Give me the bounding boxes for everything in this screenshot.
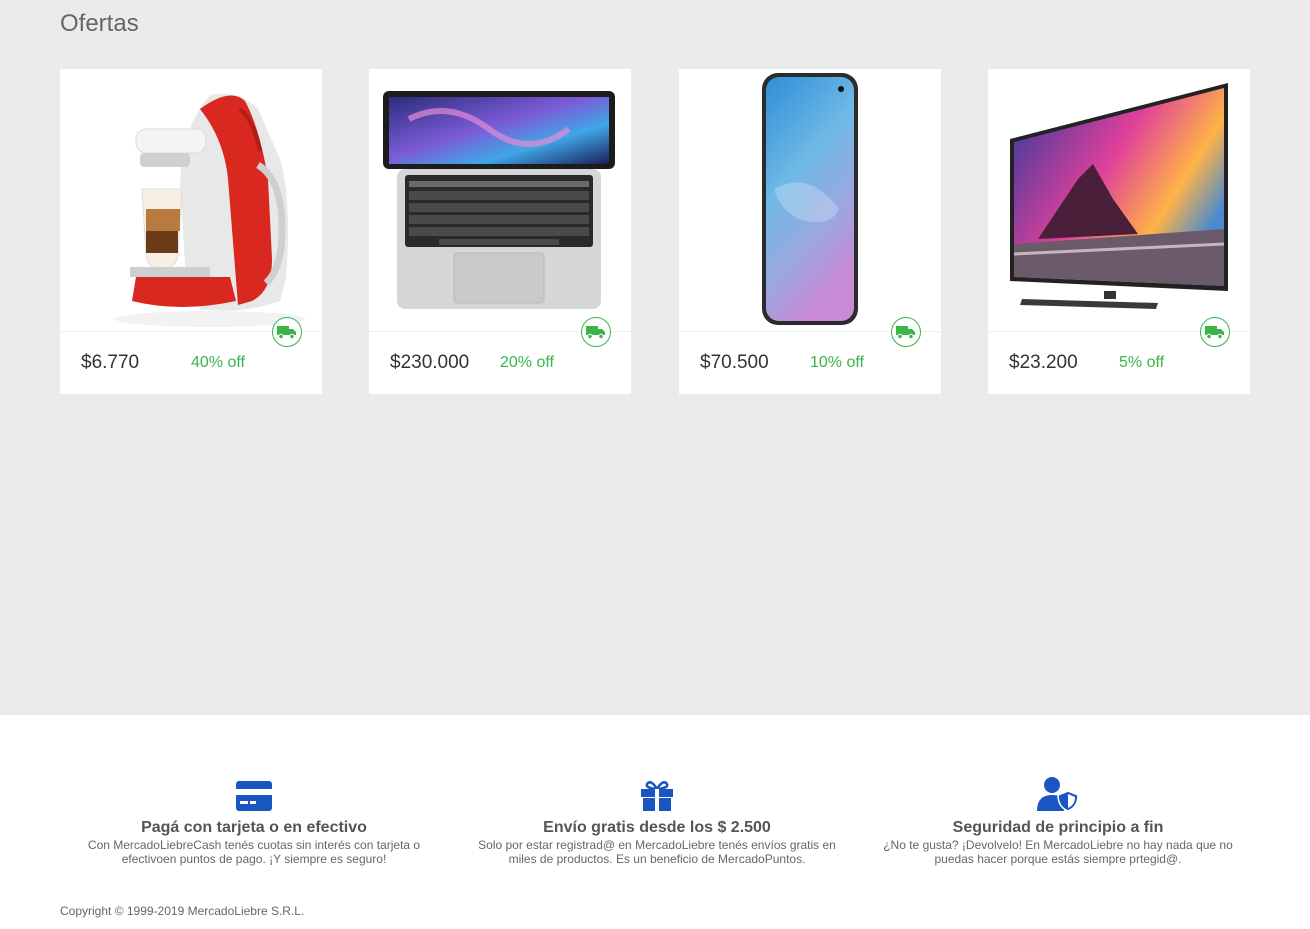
product-image-laptop[interactable] xyxy=(369,69,631,331)
product-price: $23.200 xyxy=(1009,352,1078,373)
product-card[interactable]: $230.000 20% off xyxy=(369,69,631,394)
feature-description: Solo por estar registrad@ en MercadoLieb… xyxy=(478,838,836,866)
product-price: $6.770 xyxy=(81,352,140,373)
product-price: $70.500 xyxy=(700,352,769,373)
product-discount: 40% off xyxy=(191,354,245,371)
free-shipping-truck-icon xyxy=(1200,317,1230,347)
product-discount: 10% off xyxy=(810,354,864,371)
product-price: $230.000 xyxy=(390,352,470,373)
feature-description: Con MercadoLiebreCash tenés cuotas sin i… xyxy=(87,838,421,866)
product-image-television[interactable] xyxy=(988,69,1250,331)
footer: Pagá con tarjeta o en efectivo Con Merca… xyxy=(0,715,1310,929)
feature-payment: Pagá con tarjeta o en efectivo Con Merca… xyxy=(74,775,434,866)
feature-title: Envío gratis desde los $ 2.500 xyxy=(543,819,771,836)
product-discount: 5% off xyxy=(1119,354,1165,371)
feature-security: Seguridad de principio a fin ¿No te gust… xyxy=(878,775,1238,866)
product-image-smartphone[interactable] xyxy=(679,69,941,331)
feature-shipping: Envío gratis desde los $ 2.500 Solo por … xyxy=(477,775,837,866)
free-shipping-truck-icon xyxy=(272,317,302,347)
section-title: Ofertas xyxy=(60,10,139,37)
gift-icon xyxy=(477,775,837,811)
credit-card-icon xyxy=(74,775,434,811)
feature-title: Pagá con tarjeta o en efectivo xyxy=(141,819,367,836)
product-card[interactable]: $23.200 5% off xyxy=(988,69,1250,394)
feature-description: ¿No te gusta? ¡Devolvelo! En MercadoLieb… xyxy=(883,838,1233,866)
user-shield-icon xyxy=(878,775,1238,811)
feature-title: Seguridad de principio a fin xyxy=(952,819,1164,836)
product-card[interactable]: $70.500 10% off xyxy=(679,69,941,394)
copyright-text: Copyright © 1999-2019 MercadoLiebre S.R.… xyxy=(60,904,305,918)
free-shipping-truck-icon xyxy=(891,317,921,347)
product-image-coffee-maker[interactable] xyxy=(60,69,322,331)
free-shipping-truck-icon xyxy=(581,317,611,347)
product-discount: 20% off xyxy=(500,354,554,371)
product-card[interactable]: $6.770 40% off xyxy=(60,69,322,394)
